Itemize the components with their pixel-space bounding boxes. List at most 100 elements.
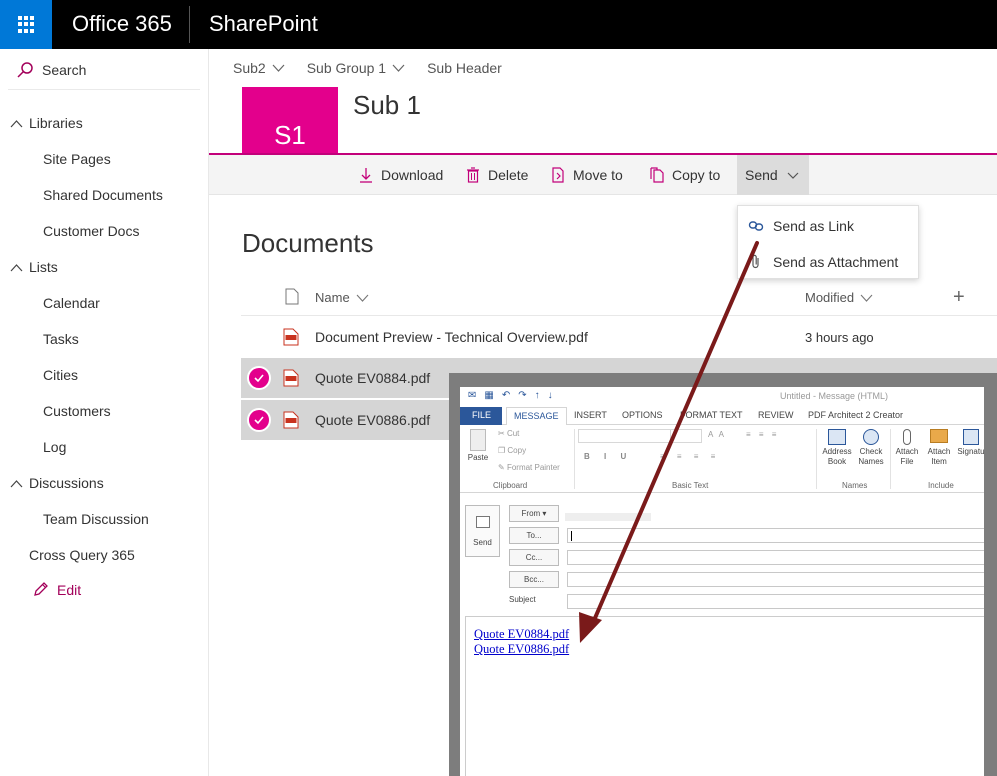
check-names-button[interactable]: Check Names — [856, 429, 886, 467]
row-checkbox[interactable] — [247, 366, 271, 390]
nav-item-team-discussion[interactable]: Team Discussion — [43, 511, 149, 527]
alignment-buttons[interactable]: ≡ ≡ ≡ ≡ — [660, 452, 720, 461]
send-as-attachment-item[interactable]: Send as Attachment — [748, 254, 898, 270]
table-row[interactable]: Document Preview - Technical Overview.pd… — [241, 317, 997, 357]
copy-button[interactable]: ❐ Copy — [498, 446, 526, 455]
tab-options[interactable]: OPTIONS — [622, 410, 663, 420]
attachment-link[interactable]: Quote EV0884.pdf — [474, 627, 569, 642]
add-column-button[interactable]: + — [953, 286, 965, 309]
nav-group-lists[interactable]: Lists — [10, 259, 58, 275]
copy-to-button[interactable]: Copy to — [641, 155, 728, 195]
chevron-down-icon — [787, 172, 799, 179]
save-icon[interactable]: ▦ — [484, 390, 493, 401]
up-arrow-icon[interactable]: ↑ — [535, 390, 540, 401]
site-title[interactable]: Sub 1 — [353, 90, 421, 121]
link-icon — [748, 221, 764, 231]
attach-file-button[interactable]: Attach File — [892, 429, 922, 467]
left-nav: Search Libraries Site Pages Shared Docum… — [0, 49, 209, 776]
brand-title[interactable]: Office 365 — [72, 11, 172, 37]
pdf-icon — [283, 328, 299, 351]
email-send-button[interactable]: Send — [465, 505, 500, 557]
from-button[interactable]: From ▾ — [509, 505, 559, 522]
font-size-controls[interactable]: A A — [708, 430, 726, 439]
cc-field[interactable] — [567, 550, 984, 565]
format-painter-button[interactable]: ✎ Format Painter — [498, 463, 560, 472]
nav-item-shared-documents[interactable]: Shared Documents — [43, 187, 163, 203]
app-title[interactable]: SharePoint — [209, 11, 318, 37]
nav-item-cross-query[interactable]: Cross Query 365 — [29, 547, 135, 563]
file-name[interactable]: Quote EV0884.pdf — [315, 370, 430, 386]
chevron-up-icon — [10, 263, 23, 271]
library-title: Documents — [242, 228, 374, 258]
name-column-header[interactable]: Name — [315, 290, 369, 305]
cc-button[interactable]: Cc... — [509, 549, 559, 566]
search-underline — [8, 89, 200, 90]
edit-links-button[interactable]: Edit — [32, 581, 81, 598]
search-label: Search — [42, 62, 87, 78]
download-icon — [360, 168, 372, 183]
chevron-down-icon — [392, 64, 405, 72]
to-field[interactable] — [567, 528, 984, 543]
basic-text-group-label: Basic Text — [672, 481, 709, 490]
address-book-icon — [828, 429, 846, 445]
attach-item-button[interactable]: Attach Item — [924, 429, 954, 467]
move-to-button[interactable]: Move to — [542, 155, 631, 195]
breadcrumb-sub-header[interactable]: Sub Header — [427, 60, 502, 76]
nav-item-customer-docs[interactable]: Customer Docs — [43, 223, 139, 239]
to-button[interactable]: To... — [509, 527, 559, 544]
include-group-label: Include — [928, 481, 954, 490]
signature-button[interactable]: Signatu — [956, 429, 984, 457]
tab-review[interactable]: REVIEW — [758, 410, 794, 420]
tab-insert[interactable]: INSERT — [574, 410, 607, 420]
address-book-button[interactable]: Address Book — [820, 429, 854, 467]
download-button[interactable]: Download — [350, 155, 451, 195]
breadcrumb-sub-group-1[interactable]: Sub Group 1 — [307, 60, 405, 76]
bcc-button[interactable]: Bcc... — [509, 571, 559, 588]
file-name[interactable]: Quote EV0886.pdf — [315, 412, 430, 428]
search-box[interactable]: Search — [16, 61, 86, 79]
clipboard-icon — [470, 429, 486, 451]
redo-icon[interactable]: ↷ — [518, 390, 526, 401]
attachment-link[interactable]: Quote EV0886.pdf — [474, 642, 569, 657]
tab-file[interactable]: FILE — [460, 407, 502, 425]
nav-item-calendar[interactable]: Calendar — [43, 295, 100, 311]
nav-item-customers[interactable]: Customers — [43, 403, 111, 419]
nav-item-tasks[interactable]: Tasks — [43, 331, 79, 347]
file-type-column[interactable] — [285, 288, 299, 310]
envelope-icon — [476, 516, 490, 528]
tab-pdf-architect[interactable]: PDF Architect 2 Creator — [808, 410, 903, 420]
search-icon — [17, 62, 33, 78]
subject-field[interactable] — [567, 594, 984, 609]
paste-button[interactable]: Paste — [466, 429, 490, 463]
file-name[interactable]: Document Preview - Technical Overview.pd… — [315, 329, 588, 345]
bcc-field[interactable] — [567, 572, 984, 587]
font-size-box[interactable] — [670, 429, 702, 443]
nav-item-site-pages[interactable]: Site Pages — [43, 151, 111, 167]
nav-group-discussions[interactable]: Discussions — [10, 475, 104, 491]
list-controls[interactable]: ≡ ≡ ≡ — [746, 430, 779, 439]
signature-icon — [963, 429, 979, 445]
list-header: Name Modified + — [241, 284, 997, 316]
send-button[interactable]: Send — [737, 155, 809, 195]
ribbon-tabs: FILE MESSAGE INSERT OPTIONS FORMAT TEXT … — [460, 407, 984, 426]
cut-button[interactable]: ✂ Cut — [498, 429, 519, 438]
text-style-buttons[interactable]: B I U — [584, 452, 632, 461]
nav-group-libraries[interactable]: Libraries — [10, 115, 83, 131]
nav-item-cities[interactable]: Cities — [43, 367, 78, 383]
modified-column-header[interactable]: Modified — [805, 290, 873, 305]
row-checkbox[interactable] — [247, 408, 271, 432]
tab-message[interactable]: MESSAGE — [506, 407, 567, 426]
send-as-link-item[interactable]: Send as Link — [748, 218, 854, 234]
email-body[interactable]: Quote EV0884.pdf Quote EV0886.pdf — [465, 616, 984, 776]
undo-icon[interactable]: ↶ — [502, 390, 510, 401]
waffle-icon — [18, 16, 35, 33]
app-launcher-button[interactable] — [0, 0, 52, 49]
mail-icon[interactable]: ✉ — [468, 390, 476, 401]
breadcrumb-sub2[interactable]: Sub2 — [233, 60, 285, 76]
clipboard-group-label: Clipboard — [493, 481, 528, 490]
trash-icon — [467, 167, 479, 183]
nav-item-log[interactable]: Log — [43, 439, 66, 455]
delete-button[interactable]: Delete — [457, 155, 536, 195]
down-arrow-icon[interactable]: ↓ — [548, 390, 553, 401]
tab-format-text[interactable]: FORMAT TEXT — [680, 410, 743, 420]
